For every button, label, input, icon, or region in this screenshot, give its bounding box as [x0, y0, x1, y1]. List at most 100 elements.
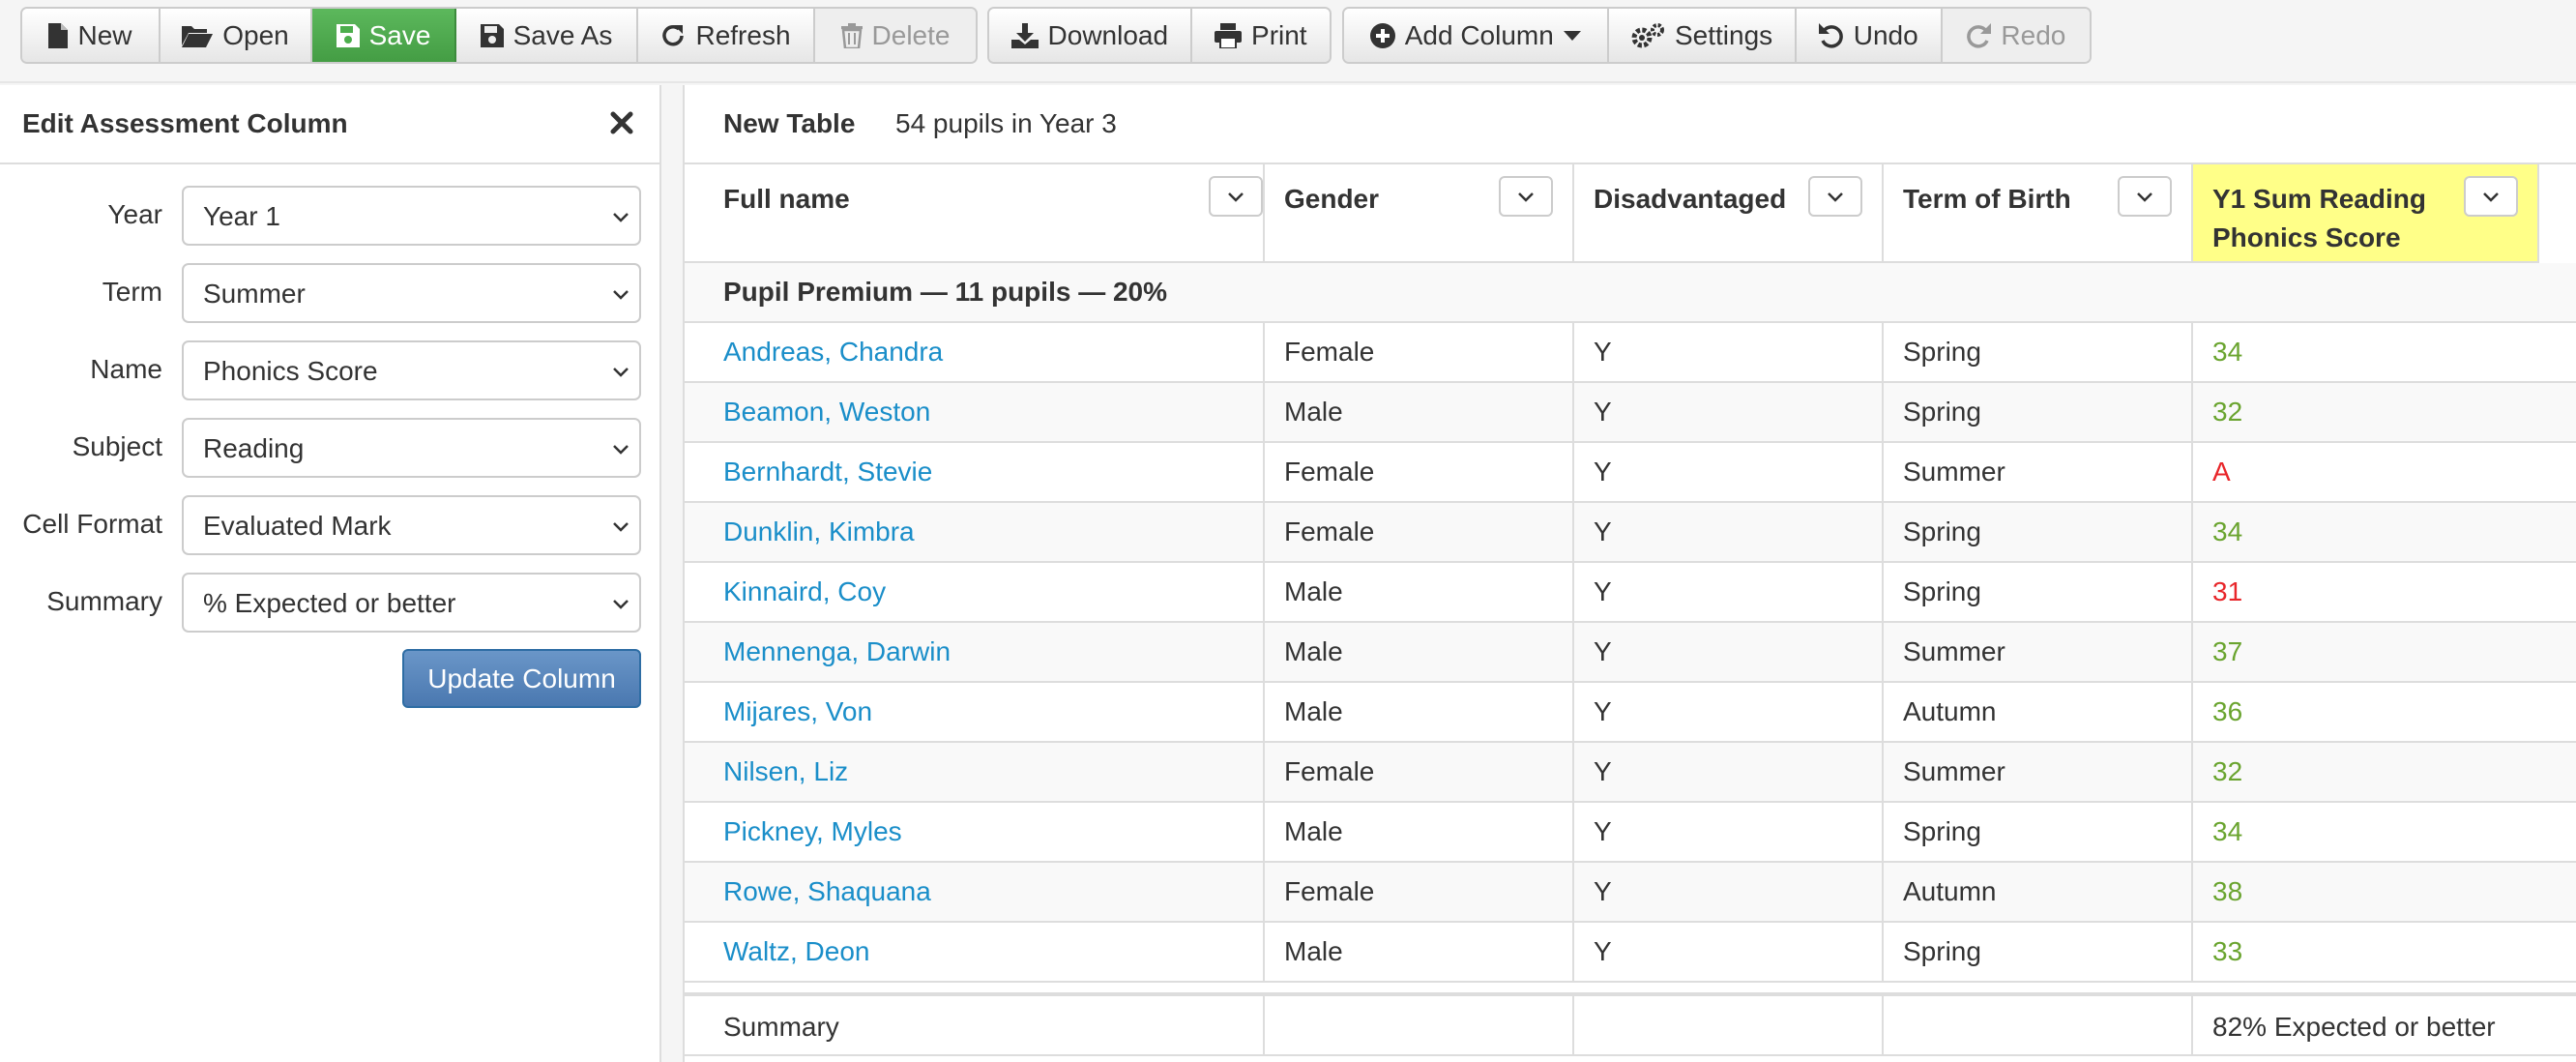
pupil-name-cell: Mennenga, Darwin	[685, 623, 1265, 681]
save-as-button[interactable]: Save As	[456, 9, 638, 62]
new-button[interactable]: New	[22, 9, 161, 62]
pupil-name-link[interactable]: Dunklin, Kimbra	[723, 516, 915, 547]
undo-button-label: Undo	[1853, 19, 1918, 50]
gender-cell: Female	[1265, 323, 1574, 381]
save-button[interactable]: Save	[312, 9, 456, 62]
phonics-score-cell: 34	[2212, 816, 2243, 846]
column-menu-button[interactable]	[2118, 176, 2172, 217]
file-button-group: New Open Save Save As Refresh Delete	[20, 7, 978, 64]
phonics-score-cell: 36	[2193, 683, 2539, 741]
subject-select-value: Reading	[203, 433, 305, 463]
term-of-birth-cell: Spring	[1884, 563, 2193, 621]
term-of-birth-cell: Summer	[1903, 636, 2005, 666]
add-column-button[interactable]: Add Column	[1344, 9, 1609, 62]
year-select[interactable]: Year 1	[182, 186, 641, 246]
phonics-score-cell: 32	[2212, 397, 2243, 427]
delete-button[interactable]: Delete	[815, 9, 976, 62]
gender-cell: Male	[1265, 923, 1574, 981]
column-header-phonics-score: Y1 Sum Reading Phonics Score	[2193, 164, 2539, 263]
pupil-name-link[interactable]: Mennenga, Darwin	[723, 636, 951, 667]
print-button[interactable]: Print	[1191, 9, 1330, 62]
pupil-name-link[interactable]: Nilsen, Liz	[723, 756, 848, 787]
pupil-name-link[interactable]: Andreas, Chandra	[723, 337, 943, 368]
printer-icon	[1215, 22, 1243, 48]
term-of-birth-cell: Spring	[1884, 923, 2193, 981]
update-column-button[interactable]: Update Column	[402, 649, 641, 708]
summary-select[interactable]: % Expected or better	[182, 573, 641, 633]
summary-label: Summary	[46, 586, 162, 616]
column-menu-button[interactable]	[1808, 176, 1862, 217]
column-menu-button[interactable]	[1499, 176, 1553, 217]
term-of-birth-cell: Spring	[1884, 323, 2193, 381]
floppy-disk-icon	[480, 23, 504, 47]
phonics-score-cell: 37	[2212, 636, 2243, 666]
year-label: Year	[107, 199, 162, 229]
column-menu-button[interactable]	[1209, 176, 1263, 217]
gender-cell: Male	[1284, 696, 1343, 726]
pupil-name-link[interactable]: Mijares, Von	[723, 696, 872, 727]
name-select[interactable]: Phonics Score	[182, 340, 641, 400]
term-of-birth-cell: Spring	[1884, 803, 2193, 861]
pupil-name-cell: Dunklin, Kimbra	[685, 503, 1265, 561]
pupil-name-cell: Nilsen, Liz	[685, 743, 1265, 801]
summary-row: Summary 82% Expected or better	[685, 992, 2576, 1056]
toolbar: New Open Save Save As Refresh Delete Dow…	[0, 0, 2576, 83]
cell-format-select[interactable]: Evaluated Mark	[182, 495, 641, 555]
table-row: Pickney, Myles Male Y Spring 34	[685, 803, 2576, 863]
column-menu-button[interactable]	[2464, 176, 2518, 217]
table-name: New Table	[723, 108, 856, 138]
pupil-name-link[interactable]: Beamon, Weston	[723, 397, 930, 428]
disadvantaged-cell: Y	[1574, 623, 1884, 681]
pupil-name-link[interactable]: Bernhardt, Stevie	[723, 457, 932, 487]
download-button[interactable]: Download	[989, 9, 1192, 62]
term-of-birth-cell: Spring	[1903, 576, 1981, 606]
term-of-birth-cell: Autumn	[1884, 683, 2193, 741]
table-row: Mennenga, Darwin Male Y Summer 37	[685, 623, 2576, 683]
disadvantaged-cell: Y	[1594, 457, 1612, 487]
undo-button[interactable]: Undo	[1796, 9, 1943, 62]
subject-select[interactable]: Reading	[182, 418, 641, 478]
refresh-icon	[662, 24, 685, 45]
redo-button[interactable]: Redo	[1942, 9, 2090, 62]
table-view: New Table 54 pupils in Year 3 Full name …	[683, 85, 2576, 1062]
disadvantaged-cell: Y	[1574, 563, 1884, 621]
column-title-line: Phonics Score	[2212, 222, 2401, 252]
column-header-term-of-birth: Term of Birth	[1884, 164, 2193, 263]
name-row: Name Phonics Score	[0, 340, 659, 400]
pupil-name-link[interactable]: Kinnaird, Coy	[723, 576, 886, 607]
open-button-label: Open	[222, 19, 289, 50]
term-of-birth-cell: Autumn	[1903, 696, 1997, 726]
disadvantaged-cell: Y	[1574, 383, 1884, 441]
pupil-name-link[interactable]: Waltz, Deon	[723, 936, 869, 967]
group-header-pupil-premium: Pupil Premium — 11 pupils — 20%	[685, 263, 2576, 323]
close-icon[interactable]	[607, 108, 636, 137]
term-of-birth-cell: Spring	[1884, 383, 2193, 441]
phonics-score-cell: 31	[2212, 576, 2243, 606]
pupil-name-link[interactable]: Pickney, Myles	[723, 816, 902, 847]
table-row: Andreas, Chandra Female Y Spring 34	[685, 323, 2576, 383]
refresh-button[interactable]: Refresh	[638, 9, 815, 62]
disadvantaged-cell: Y	[1574, 503, 1884, 561]
add-column-button-label: Add Column	[1404, 19, 1554, 50]
pupil-name-cell: Rowe, Shaquana	[685, 863, 1265, 921]
term-of-birth-cell: Summer	[1884, 443, 2193, 501]
summary-label-cell: Summary	[685, 996, 1265, 1054]
save-as-button-label: Save As	[512, 19, 613, 50]
disadvantaged-cell: Y	[1574, 743, 1884, 801]
disadvantaged-cell: Y	[1594, 816, 1612, 846]
phonics-score-cell: 34	[2193, 323, 2539, 381]
name-select-value: Phonics Score	[203, 356, 378, 386]
export-button-group: Download Print	[987, 7, 1332, 64]
new-button-label: New	[77, 19, 132, 50]
gender-cell: Male	[1284, 636, 1343, 666]
term-of-birth-cell: Spring	[1903, 816, 1981, 846]
open-button[interactable]: Open	[161, 9, 312, 62]
pupil-name-link[interactable]: Rowe, Shaquana	[723, 876, 931, 907]
pupil-name-cell: Kinnaird, Coy	[685, 563, 1265, 621]
table-row: Rowe, Shaquana Female Y Autumn 38	[685, 863, 2576, 923]
trash-icon	[840, 22, 863, 48]
term-select[interactable]: Summer	[182, 263, 641, 323]
settings-button[interactable]: Settings	[1608, 9, 1797, 62]
chevron-down-icon	[613, 213, 629, 222]
chevron-down-icon	[1828, 192, 1843, 202]
